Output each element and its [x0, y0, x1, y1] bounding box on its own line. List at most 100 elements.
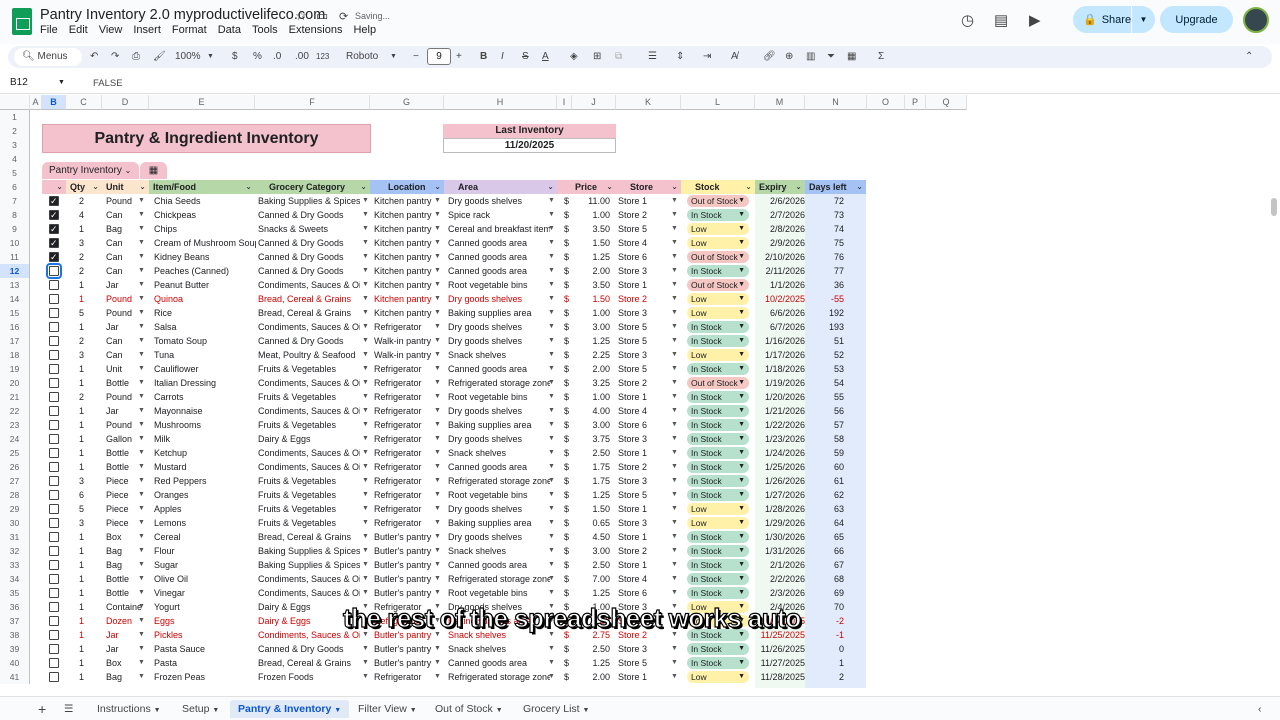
filter-dropdown-icon[interactable]: ⌄ [434, 180, 441, 194]
cell-cat[interactable]: Bread, Cereal & Grains [256, 306, 360, 320]
cell-cat[interactable]: Condiments, Sauces & Oils [256, 586, 360, 600]
cell-area[interactable]: Canned goods area [446, 264, 550, 278]
row-header[interactable]: 12 [0, 264, 30, 278]
cell-loc[interactable]: Refrigerator [372, 474, 442, 488]
avatar[interactable] [1243, 7, 1269, 33]
column-header-d[interactable]: D [102, 95, 149, 110]
cell-expiry[interactable]: 2/10/2026 [755, 250, 805, 264]
cell-item[interactable]: Red Peppers [152, 474, 256, 488]
tab-grocery-list[interactable]: Grocery List ▼ [515, 700, 597, 718]
dropdown-arrow-icon[interactable]: ▼ [548, 250, 555, 264]
cell-expiry[interactable]: 1/22/2026 [755, 418, 805, 432]
collapse-tabs-icon[interactable]: ‹ [1250, 700, 1270, 718]
stock-status-chip[interactable]: In Stock ▼ [687, 545, 749, 557]
dropdown-arrow-icon[interactable]: ▼ [434, 474, 441, 488]
table-view-icon[interactable]: ▦ [847, 49, 856, 65]
cell-area[interactable]: Dry goods shelves [446, 292, 550, 306]
row-checkbox[interactable] [49, 476, 59, 486]
dropdown-arrow-icon[interactable]: ▼ [548, 446, 555, 460]
cell-item[interactable]: Pasta Sauce [152, 642, 256, 656]
header-area[interactable]: Area ⌄ [444, 180, 557, 194]
stock-status-chip[interactable]: In Stock ▼ [687, 657, 749, 669]
cell-days-left[interactable]: 67 [810, 558, 844, 572]
cell-days-left[interactable]: 0 [810, 642, 844, 656]
cell-expiry[interactable]: 11/27/2025 [755, 656, 805, 670]
cell-cat[interactable]: Condiments, Sauces & Oils [256, 446, 360, 460]
dropdown-arrow-icon[interactable]: ▼ [362, 404, 369, 418]
cell-qty[interactable]: 1 [66, 614, 88, 628]
cell-store[interactable]: Store 1 [616, 530, 666, 544]
cell-cat[interactable]: Frozen Foods [256, 670, 360, 684]
header-stock[interactable]: Stock ⌄ [681, 180, 755, 194]
row-header[interactable]: 26 [0, 460, 30, 474]
cell-item[interactable]: Oranges [152, 488, 256, 502]
row-checkbox[interactable] [49, 250, 59, 264]
stock-status-chip[interactable]: Low ▼ [687, 503, 749, 515]
zoom-select[interactable]: 100% [175, 49, 201, 65]
dropdown-arrow-icon[interactable]: ▼ [548, 656, 555, 670]
header-days-left[interactable]: Days left ⌄ [805, 180, 866, 194]
dropdown-arrow-icon[interactable]: ▼ [362, 208, 369, 222]
cell-store[interactable]: Store 1 [616, 670, 666, 684]
cell-qty[interactable]: 1 [66, 530, 88, 544]
sheet-title[interactable]: Pantry & Ingredient Inventory [42, 124, 371, 153]
cell-item[interactable]: Cream of Mushroom Soup [152, 236, 256, 250]
cell-qty[interactable]: 1 [66, 404, 88, 418]
cell-item[interactable]: Chia Seeds [152, 194, 256, 208]
cell-expiry[interactable]: 2/7/2026 [755, 208, 805, 222]
meet-icon[interactable]: ▶ [1029, 11, 1041, 29]
header-expiry[interactable]: Expiry ⌄ [755, 180, 805, 194]
cell-loc[interactable]: Refrigerator [372, 418, 442, 432]
dropdown-arrow-icon[interactable]: ▼ [671, 208, 678, 222]
cell-qty[interactable]: 1 [66, 600, 88, 614]
stock-status-chip[interactable]: In Stock ▼ [687, 209, 749, 221]
dropdown-arrow-icon[interactable]: ▼ [548, 208, 555, 222]
cell-item[interactable]: Rice [152, 306, 256, 320]
align-horizontal-icon[interactable]: ☰ [648, 49, 657, 65]
row-header[interactable]: 34 [0, 572, 30, 586]
cell-loc[interactable]: Refrigerator [372, 502, 442, 516]
row-header[interactable]: 40 [0, 656, 30, 670]
cell-days-left[interactable]: 193 [810, 320, 844, 334]
row-header[interactable]: 27 [0, 474, 30, 488]
cell-qty[interactable]: 1 [66, 446, 88, 460]
cell-price[interactable]: 0.65 [572, 516, 610, 530]
dropdown-arrow-icon[interactable]: ▼ [671, 530, 678, 544]
cell-expiry[interactable]: 1/18/2026 [755, 362, 805, 376]
cell-qty[interactable]: 2 [66, 264, 88, 278]
cell-item[interactable]: Vinegar [152, 586, 256, 600]
cell-price[interactable]: 3.00 [572, 320, 610, 334]
chevron-down-icon[interactable]: ▼ [207, 49, 214, 65]
cell-price[interactable]: 1.75 [572, 474, 610, 488]
row-checkbox[interactable] [49, 546, 59, 556]
dropdown-arrow-icon[interactable]: ▼ [548, 194, 555, 208]
filter-dropdown-icon[interactable]: ⌄ [245, 180, 252, 194]
cell-cat[interactable]: Meat, Poultry & Seafood [256, 348, 360, 362]
dropdown-arrow-icon[interactable]: ▼ [362, 432, 369, 446]
row-checkbox[interactable] [49, 672, 59, 682]
row-header[interactable]: 24 [0, 432, 30, 446]
cell-expiry[interactable]: 2/6/2026 [755, 194, 805, 208]
tab-setup[interactable]: Setup ▼ [174, 700, 227, 718]
dropdown-arrow-icon[interactable]: ▼ [138, 208, 145, 222]
menu-format[interactable]: Format [172, 24, 207, 36]
row-header[interactable]: 29 [0, 502, 30, 516]
cell-price[interactable]: 1.00 [572, 208, 610, 222]
menu-data[interactable]: Data [218, 24, 241, 36]
cell-cat[interactable]: Dairy & Eggs [256, 432, 360, 446]
print-icon[interactable]: ⎙ [132, 49, 140, 65]
cell-cat[interactable]: Canned & Dry Goods [256, 334, 360, 348]
cell-qty[interactable]: 1 [66, 586, 88, 600]
cell-days-left[interactable]: 65 [810, 530, 844, 544]
cell-days-left[interactable]: 51 [810, 334, 844, 348]
cell-price[interactable]: 3.75 [572, 432, 610, 446]
cell-area[interactable]: Canned goods area [446, 460, 550, 474]
dropdown-arrow-icon[interactable]: ▼ [434, 348, 441, 362]
dropdown-arrow-icon[interactable]: ▼ [362, 460, 369, 474]
row-header[interactable]: 5 [0, 166, 30, 180]
row-header[interactable]: 14 [0, 292, 30, 306]
select-all-corner[interactable] [0, 95, 30, 110]
dropdown-arrow-icon[interactable]: ▼ [548, 642, 555, 656]
cell-loc[interactable]: Refrigerator [372, 670, 442, 684]
cell-qty[interactable]: 3 [66, 348, 88, 362]
